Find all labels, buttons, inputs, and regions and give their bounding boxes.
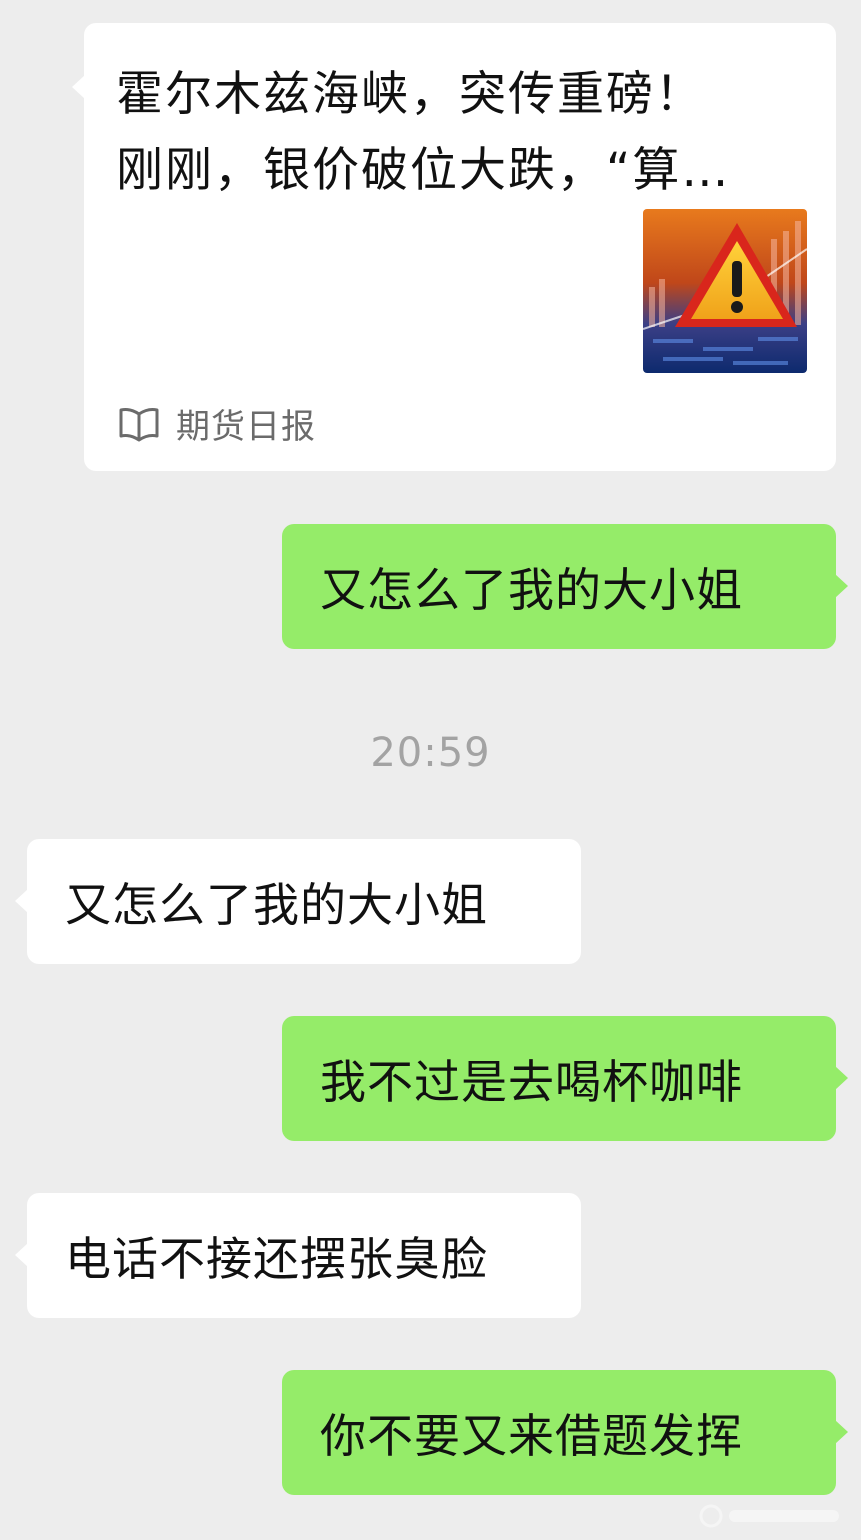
message-bubble-outgoing[interactable]: 你不要又来借题发挥 [282,1370,848,1495]
article-source-name: 期货日报 [176,407,316,447]
warning-chart-icon [643,209,807,373]
bubble-tail [835,1420,848,1444]
article-thumbnail [643,209,807,373]
watermark-logo [699,1504,839,1528]
bubble-tail [835,1066,848,1090]
article-title: 霍尔木兹海峡，突传重磅！ 刚刚，银价破位大跌，“算… [116,57,806,209]
article-source: 期货日报 [118,399,316,448]
book-icon [119,407,159,441]
message-bubble-outgoing[interactable]: 我不过是去喝杯咖啡 [282,1016,848,1141]
article-title-line-2: 刚刚，银价破位大跌，“算… [116,143,731,198]
message-text: 电话不接还摆张臭脸 [65,1231,488,1286]
bubble-tail [72,75,85,99]
article-card[interactable]: 霍尔木兹海峡，突传重磅！ 刚刚，银价破位大跌，“算… 期货日报 [72,23,836,471]
article-title-line-1: 霍尔木兹海峡，突传重磅！ [116,67,704,122]
message-text: 我不过是去喝杯咖啡 [320,1054,743,1109]
message-timestamp: 20:59 [370,730,491,776]
message-bubble-incoming[interactable]: 电话不接还摆张臭脸 [15,1193,581,1318]
bubble-tail [835,574,848,598]
message-text: 又怎么了我的大小姐 [320,562,743,617]
message-bubble-outgoing[interactable]: 又怎么了我的大小姐 [282,524,848,649]
message-text: 你不要又来借题发挥 [320,1408,743,1463]
message-bubble-incoming[interactable]: 又怎么了我的大小姐 [15,839,581,964]
message-text: 又怎么了我的大小姐 [65,877,488,932]
